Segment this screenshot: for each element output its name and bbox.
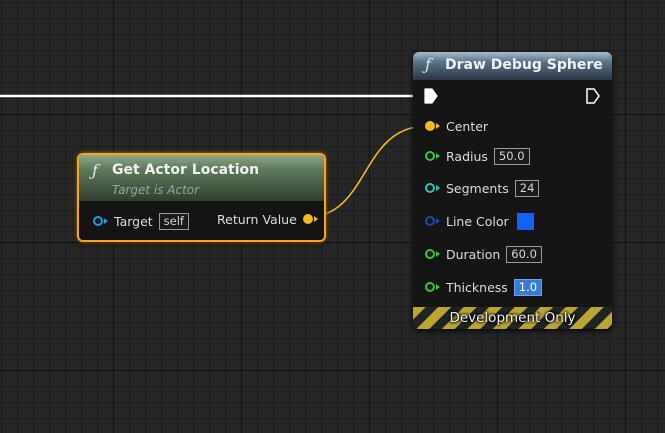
line-color-swatch[interactable] xyxy=(516,212,534,230)
return-value-pin-row[interactable]: Return Value xyxy=(217,209,318,229)
radius-pin-label: Radius xyxy=(446,148,488,164)
line-color-pin-label: Line Color xyxy=(446,213,509,229)
node-title: Draw Debug Sphere xyxy=(445,57,603,73)
object-pin-icon[interactable] xyxy=(93,216,103,226)
color-pin-icon[interactable] xyxy=(425,216,435,226)
pin-arrow-icon xyxy=(436,284,440,290)
development-only-label: Development Only xyxy=(449,310,576,326)
float-pin-icon[interactable] xyxy=(425,249,435,259)
segments-pin-label: Segments xyxy=(446,180,509,196)
thickness-pin-row[interactable]: Thickness 1.0 xyxy=(425,277,543,297)
pin-arrow-icon xyxy=(104,218,108,224)
draw-debug-sphere-node[interactable]: ƒ Draw Debug Sphere Center Radius 50.0 S… xyxy=(413,52,612,329)
get-actor-location-node[interactable]: ƒ Get Actor Location Target is Actor Tar… xyxy=(77,153,326,242)
duration-pin-row[interactable]: Duration 60.0 xyxy=(425,244,542,264)
node-header[interactable]: ƒ Draw Debug Sphere xyxy=(413,52,612,80)
exec-out-pin-icon[interactable] xyxy=(586,88,600,104)
float-pin-icon[interactable] xyxy=(425,282,435,292)
node-subtitle: Target is Actor xyxy=(112,183,200,197)
target-pin-label: Target xyxy=(114,213,153,229)
pin-arrow-icon xyxy=(436,185,440,191)
target-pin-row[interactable]: Target self xyxy=(93,211,189,231)
segments-value-field[interactable]: 24 xyxy=(514,179,540,197)
return-value-label: Return Value xyxy=(217,211,297,227)
target-value-field[interactable]: self xyxy=(158,212,189,230)
node-header[interactable]: ƒ Get Actor Location Target is Actor xyxy=(79,155,324,201)
function-icon: ƒ xyxy=(92,161,98,180)
radius-pin-row[interactable]: Radius 50.0 xyxy=(425,146,530,166)
radius-value-field[interactable]: 50.0 xyxy=(493,147,530,165)
function-icon: ƒ xyxy=(425,55,431,74)
vector-pin-icon[interactable] xyxy=(302,214,313,224)
line-color-pin-row[interactable]: Line Color xyxy=(425,211,534,231)
vector-pin-icon[interactable] xyxy=(425,121,435,131)
pin-arrow-icon xyxy=(313,216,318,222)
duration-value-field[interactable]: 60.0 xyxy=(506,245,542,263)
pin-arrow-icon xyxy=(436,251,440,257)
node-title: Get Actor Location xyxy=(112,162,260,178)
pin-arrow-icon xyxy=(436,153,440,159)
thickness-pin-label: Thickness xyxy=(446,279,508,295)
exec-in-pin-icon[interactable] xyxy=(424,88,438,104)
center-pin-row[interactable]: Center xyxy=(425,116,488,136)
duration-pin-label: Duration xyxy=(446,246,501,262)
float-pin-icon[interactable] xyxy=(425,151,435,161)
segments-pin-row[interactable]: Segments 24 xyxy=(425,178,540,198)
int-pin-icon[interactable] xyxy=(425,183,435,193)
pin-arrow-icon xyxy=(436,218,440,224)
development-only-banner: Development Only xyxy=(413,307,612,329)
center-pin-label: Center xyxy=(446,118,489,134)
thickness-value-field[interactable]: 1.0 xyxy=(513,278,543,296)
pin-arrow-icon xyxy=(436,123,440,129)
